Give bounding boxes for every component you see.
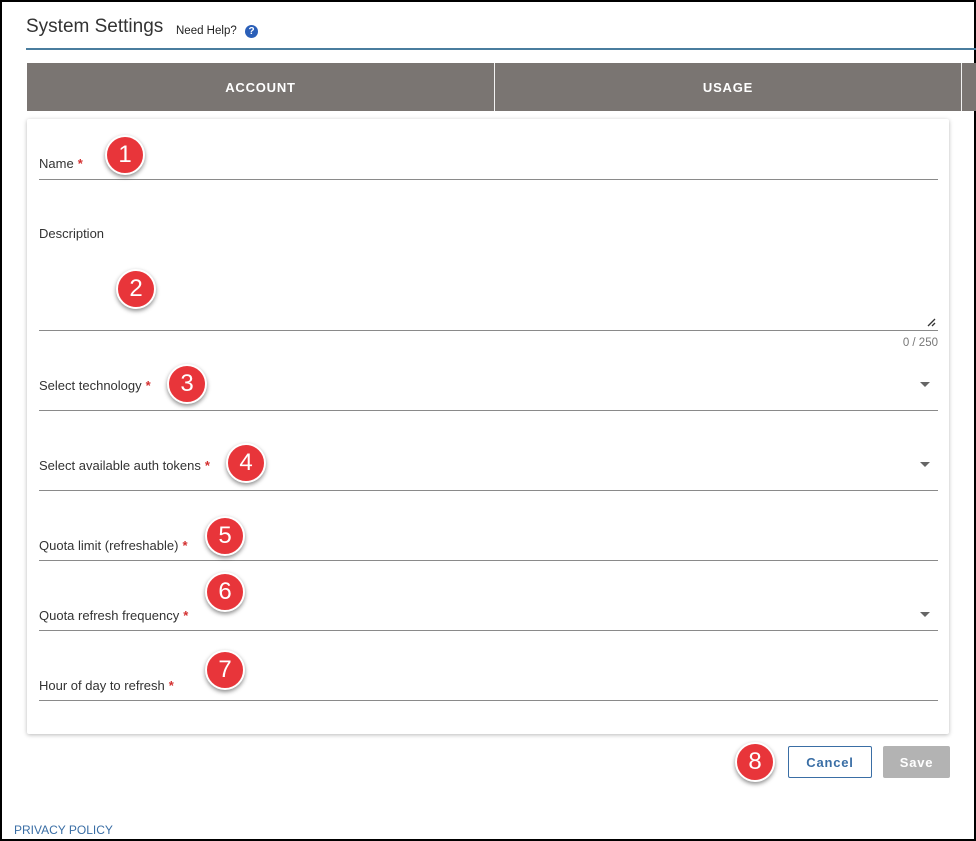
- required-asterisk: *: [183, 608, 189, 623]
- cancel-button[interactable]: Cancel: [788, 746, 872, 778]
- callout-marker-2: 2: [116, 269, 156, 309]
- callout-marker-3: 3: [167, 364, 207, 404]
- help-circle-icon[interactable]: ?: [245, 25, 258, 38]
- name-label-text: Name: [39, 156, 74, 171]
- required-asterisk: *: [182, 538, 188, 553]
- quota-limit-label-text: Quota limit (refreshable): [39, 538, 179, 553]
- tab-bar: ACCOUNT USAGE: [27, 63, 976, 111]
- technology-label-text: Select technology: [39, 378, 142, 393]
- quota-frequency-select[interactable]: Quota refresh frequency *: [39, 591, 938, 631]
- dropdown-arrow-icon: [920, 612, 930, 617]
- auth-tokens-label-text: Select available auth tokens: [39, 458, 201, 473]
- dropdown-arrow-icon: [920, 382, 930, 387]
- callout-marker-8: 8: [735, 742, 775, 782]
- description-label: Description: [39, 226, 105, 241]
- dropdown-arrow-icon: [920, 462, 930, 467]
- quota-limit-field[interactable]: Quota limit (refreshable) *: [39, 521, 938, 561]
- refresh-hour-field[interactable]: Hour of day to refresh *: [39, 661, 938, 701]
- save-button[interactable]: Save: [883, 746, 950, 778]
- character-counter: 0 / 250: [902, 337, 938, 349]
- callout-marker-5: 5: [205, 516, 245, 556]
- callout-marker-7: 7: [205, 650, 245, 690]
- need-help-link[interactable]: Need Help?: [176, 25, 237, 37]
- name-label: Name *: [39, 156, 83, 171]
- callout-marker-1: 1: [105, 135, 145, 175]
- refresh-hour-label-text: Hour of day to refresh: [39, 678, 165, 693]
- name-field[interactable]: Name *: [39, 139, 938, 180]
- tab-usage[interactable]: USAGE: [495, 63, 962, 111]
- description-textarea[interactable]: Description: [39, 219, 938, 331]
- required-asterisk: *: [168, 678, 174, 693]
- quota-frequency-label-text: Quota refresh frequency: [39, 608, 180, 623]
- resize-handle-icon[interactable]: [926, 317, 936, 327]
- settings-form-card: Name * Description 0 / 250 Select technol…: [27, 119, 949, 734]
- required-asterisk: *: [77, 156, 83, 171]
- auth-tokens-label: Select available auth tokens *: [39, 458, 210, 473]
- callout-marker-6: 6: [205, 572, 245, 612]
- callout-marker-4: 4: [226, 443, 266, 483]
- required-asterisk: *: [145, 378, 151, 393]
- quota-limit-label: Quota limit (refreshable) *: [39, 538, 188, 553]
- page-title: System Settings: [26, 16, 164, 37]
- required-asterisk: *: [204, 458, 210, 473]
- privacy-policy-link[interactable]: PRIVACY POLICY: [14, 823, 113, 837]
- auth-tokens-select[interactable]: Select available auth tokens *: [39, 441, 938, 491]
- refresh-hour-label: Hour of day to refresh *: [39, 678, 174, 693]
- quota-frequency-label: Quota refresh frequency *: [39, 608, 188, 623]
- tab-account[interactable]: ACCOUNT: [27, 63, 495, 111]
- page-header: System Settings Need Help? ?: [26, 16, 976, 50]
- technology-label: Select technology *: [39, 378, 151, 393]
